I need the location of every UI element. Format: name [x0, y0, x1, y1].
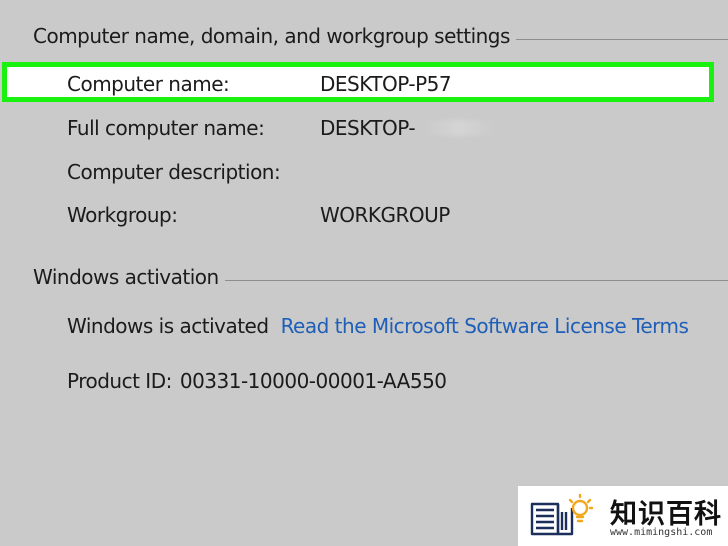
full-computer-name-row: Full computer name: DESKTOP- [67, 114, 496, 142]
activation-title: Windows activation [33, 265, 219, 289]
computer-description-row: Computer description: [67, 158, 320, 186]
watermark: 知识百科 www.mimingshi.com [518, 486, 728, 546]
redacted-blur [423, 120, 496, 136]
watermark-title: 知识百科 [610, 499, 722, 530]
full-computer-name-label: Full computer name: [67, 116, 265, 140]
product-id-label: Product ID: [67, 369, 172, 393]
activation-status-row: Windows is activated Read the Microsoft … [67, 312, 689, 340]
workgroup-row: Workgroup: WORKGROUP [67, 201, 450, 229]
computer-name-label: Computer name: [67, 72, 230, 96]
computer-description-label: Computer description: [67, 160, 281, 184]
book-lightbulb-icon [530, 493, 594, 536]
computer-name-value: DESKTOP-P57 [320, 72, 452, 96]
computer-settings-title: Computer name, domain, and workgroup set… [33, 24, 510, 48]
full-computer-name-value: DESKTOP- [320, 116, 416, 140]
header-divider [224, 279, 728, 281]
product-id-value: 00331-10000-00001-AA550 [179, 369, 447, 393]
product-id-row: Product ID: 00331-10000-00001-AA550 [67, 367, 447, 395]
activation-status: Windows is activated [67, 314, 269, 338]
computer-settings-header: Computer name, domain, and workgroup set… [33, 24, 728, 48]
activation-header: Windows activation [33, 265, 728, 289]
license-terms-link[interactable]: Read the Microsoft Software License Term… [281, 314, 689, 338]
computer-name-row: Computer name: DESKTOP-P57 [67, 70, 452, 98]
header-divider [515, 38, 728, 40]
watermark-url: www.mimingshi.com [610, 527, 713, 538]
workgroup-value: WORKGROUP [320, 203, 450, 227]
workgroup-label: Workgroup: [67, 203, 178, 227]
